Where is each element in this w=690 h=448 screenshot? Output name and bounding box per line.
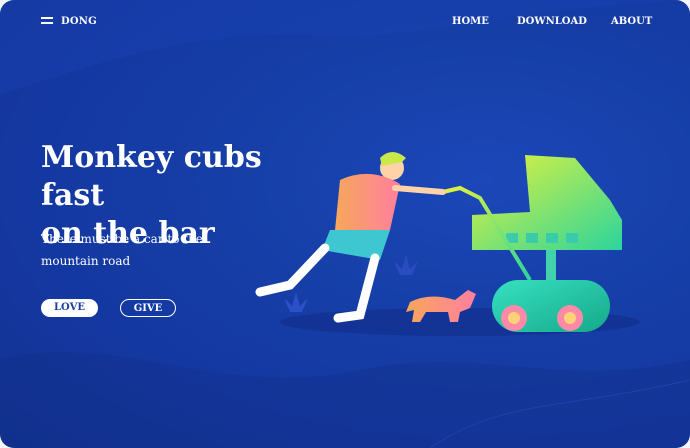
- subtitle-line-2: mountain road: [41, 254, 131, 268]
- nav-download[interactable]: DOWNLOAD: [517, 16, 587, 27]
- plant-icon: [394, 255, 418, 275]
- page-subtitle: There must be a car to the mountain road: [41, 228, 221, 272]
- person-shirt: [335, 173, 400, 230]
- brand-name[interactable]: DONG: [61, 16, 97, 27]
- hamburger-icon[interactable]: [41, 17, 53, 27]
- subtitle-line-1: There must be a car to the: [41, 232, 203, 246]
- nav-about[interactable]: ABOUT: [611, 16, 652, 27]
- nav-home[interactable]: HOME: [452, 16, 489, 27]
- plant-icon: [284, 292, 308, 312]
- love-button[interactable]: LOVE: [41, 299, 98, 317]
- illustration: [255, 152, 640, 336]
- person-shorts: [322, 230, 390, 260]
- hero-page: DONG HOME DOWNLOAD ABOUT Monkey cubs fas…: [0, 0, 690, 448]
- give-button[interactable]: GIVE: [120, 299, 176, 317]
